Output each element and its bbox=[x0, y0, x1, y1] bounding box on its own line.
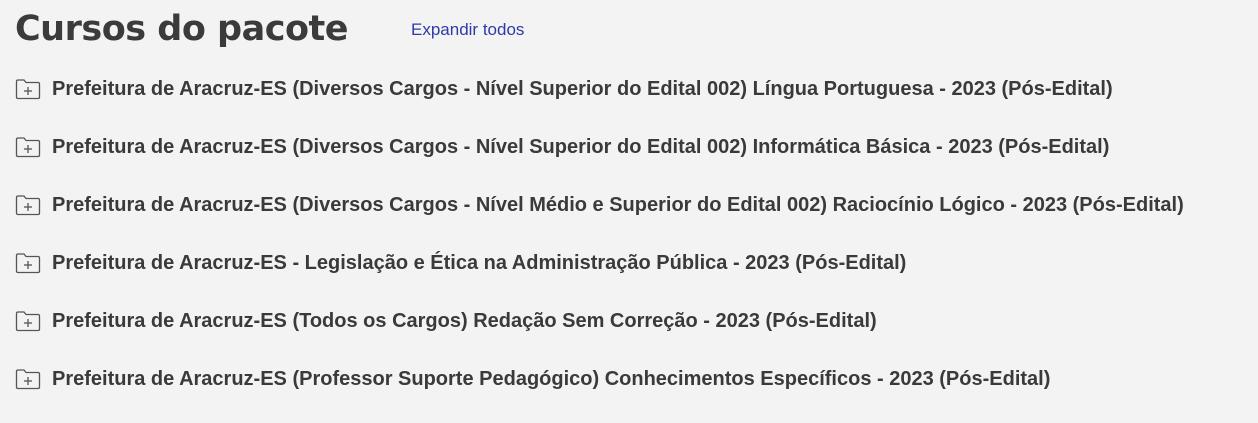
course-list: Prefeitura de Aracruz-ES (Diversos Cargo… bbox=[15, 60, 1255, 408]
course-item[interactable]: Prefeitura de Aracruz-ES (Professor Supo… bbox=[15, 350, 1255, 408]
course-title: Prefeitura de Aracruz-ES (Diversos Cargo… bbox=[52, 135, 1110, 158]
expand-all-link[interactable]: Expandir todos bbox=[411, 20, 524, 40]
course-item[interactable]: Prefeitura de Aracruz-ES (Todos os Cargo… bbox=[15, 292, 1255, 350]
course-item[interactable]: Prefeitura de Aracruz-ES (Diversos Cargo… bbox=[15, 176, 1255, 234]
course-item[interactable]: Prefeitura de Aracruz-ES (Diversos Cargo… bbox=[15, 118, 1255, 176]
course-title: Prefeitura de Aracruz-ES (Todos os Cargo… bbox=[52, 309, 877, 332]
course-title: Prefeitura de Aracruz-ES (Diversos Cargo… bbox=[52, 193, 1184, 216]
course-title: Prefeitura de Aracruz-ES - Legislação e … bbox=[52, 251, 907, 274]
folder-plus-icon[interactable] bbox=[15, 367, 41, 391]
course-item[interactable]: Prefeitura de Aracruz-ES (Diversos Cargo… bbox=[15, 60, 1255, 118]
folder-plus-icon[interactable] bbox=[15, 77, 41, 101]
folder-plus-icon[interactable] bbox=[15, 135, 41, 159]
course-title: Prefeitura de Aracruz-ES (Professor Supo… bbox=[52, 367, 1051, 390]
page-header: Cursos do pacote Expandir todos bbox=[15, 4, 1215, 54]
course-item[interactable]: Prefeitura de Aracruz-ES - Legislação e … bbox=[15, 234, 1255, 292]
folder-plus-icon[interactable] bbox=[15, 193, 41, 217]
course-title: Prefeitura de Aracruz-ES (Diversos Cargo… bbox=[52, 77, 1113, 100]
folder-plus-icon[interactable] bbox=[15, 251, 41, 275]
folder-plus-icon[interactable] bbox=[15, 309, 41, 333]
page-title: Cursos do pacote bbox=[15, 9, 348, 49]
